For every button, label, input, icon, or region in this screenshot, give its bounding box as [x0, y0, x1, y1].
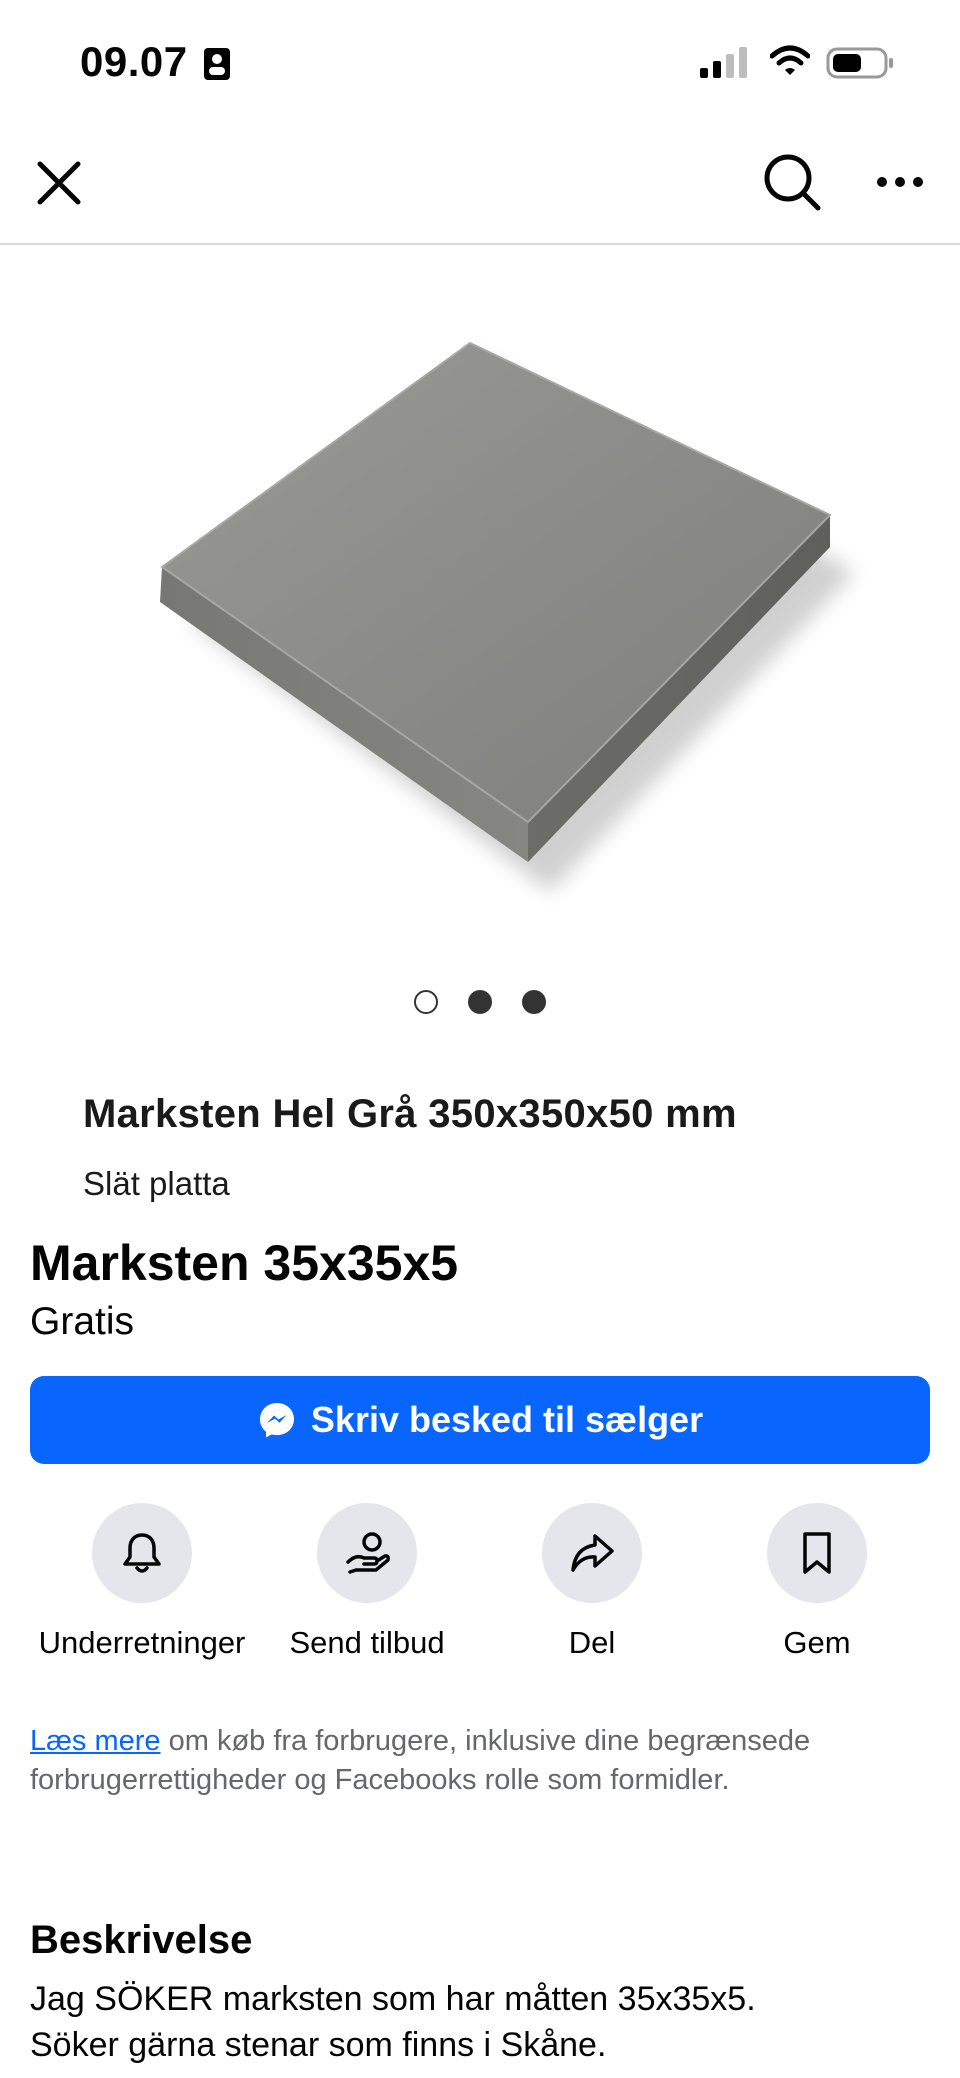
listing-title: Marksten 35x35x5	[30, 1235, 459, 1291]
notifications-action[interactable]: Underretninger	[32, 1503, 252, 1663]
status-bar: 09.07	[0, 0, 960, 120]
description-heading: Beskrivelse	[30, 1918, 253, 1962]
search-icon	[764, 154, 821, 211]
send-offer-action[interactable]: Send tilbud	[257, 1503, 477, 1663]
messenger-icon	[257, 1400, 297, 1440]
paving-stone-image	[160, 341, 855, 892]
notifications-action-circle[interactable]	[92, 1503, 192, 1603]
description-line: Jag SÖKER marksten som har måtten 35x35x…	[30, 1980, 756, 2018]
share-icon	[571, 1534, 614, 1572]
close-button[interactable]	[30, 154, 88, 212]
more-options-button[interactable]	[870, 162, 930, 202]
more-icon	[877, 177, 923, 187]
contact-card-icon	[204, 48, 230, 80]
carousel-dot[interactable]	[522, 990, 546, 1014]
marketplace-listing-page: 09.07 Marksten Hel Grå 350x350x50 mm Slä…	[0, 0, 960, 2078]
cellular-signal-icon	[700, 47, 747, 78]
description-line: Söker gärna stenar som finns i Skåne.	[30, 2026, 607, 2064]
close-icon	[37, 161, 81, 205]
status-time: 09.07	[80, 38, 188, 85]
notifications-label: Underretninger	[38, 1625, 246, 1660]
carousel-dot[interactable]	[468, 990, 492, 1014]
photo-carousel-indicator	[0, 990, 960, 1016]
listing-price: Gratis	[30, 1300, 135, 1343]
description-text: Jag SÖKER marksten som har måtten 35x35x…	[30, 1976, 930, 2068]
read-more-link[interactable]: Læs mere	[30, 1725, 161, 1757]
bell-icon	[123, 1533, 161, 1573]
search-button[interactable]	[760, 150, 824, 214]
send-offer-label: Send tilbud	[289, 1625, 445, 1660]
share-action-circle[interactable]	[542, 1503, 642, 1603]
share-action[interactable]: Del	[482, 1503, 702, 1663]
image-caption-subtitle: Slät platta	[83, 1165, 230, 1202]
save-action[interactable]: Gem	[707, 1503, 927, 1663]
carousel-dot-active[interactable]	[414, 990, 438, 1014]
battery-icon	[826, 47, 893, 79]
image-caption-title: Marksten Hel Grå 350x350x50 mm	[83, 1092, 737, 1136]
bookmark-icon	[803, 1532, 831, 1574]
consumer-rights-notice: Læs mere om køb fra forbrugere, inklusiv…	[30, 1722, 930, 1800]
listing-photo[interactable]	[0, 247, 960, 1007]
message-seller-label: Skriv besked til sælger	[310, 1399, 704, 1440]
send-offer-action-circle[interactable]	[317, 1503, 417, 1603]
top-navigation	[0, 120, 960, 245]
wifi-icon	[770, 45, 810, 75]
save-action-circle[interactable]	[767, 1503, 867, 1603]
listing-actions: Underretninger Send tilbud Del Gem	[0, 1503, 960, 1683]
offer-hand-icon	[346, 1532, 390, 1574]
save-label: Gem	[783, 1625, 851, 1660]
message-seller-button[interactable]: Skriv besked til sælger	[30, 1376, 930, 1464]
share-label: Del	[568, 1625, 616, 1660]
